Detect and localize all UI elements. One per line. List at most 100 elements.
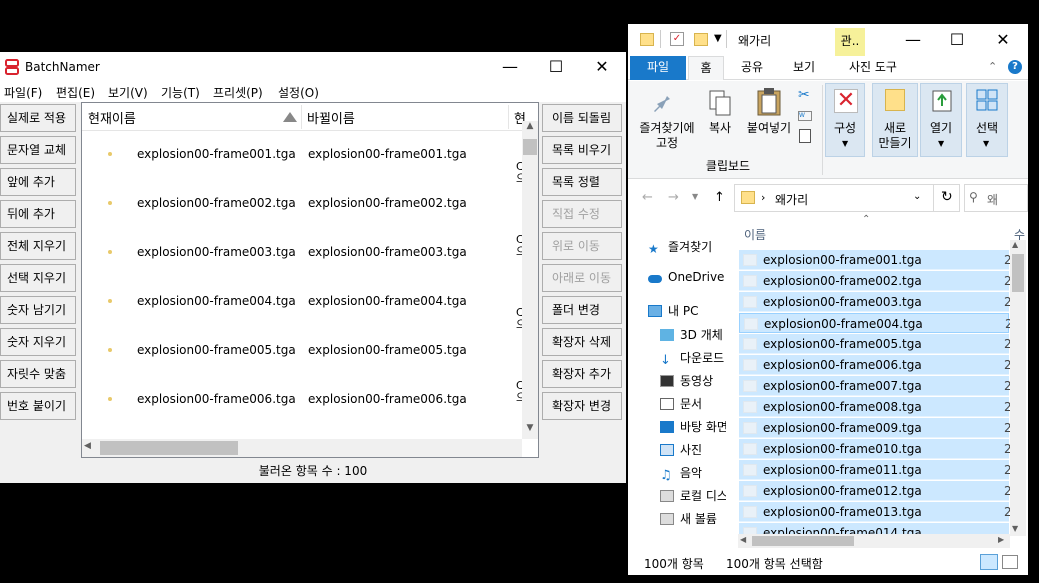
title-bar[interactable]: ✓ ▼ 왜가리 관.. — ☐ ✕ (628, 24, 1028, 56)
forward-icon[interactable]: → (668, 190, 679, 205)
menu-edit[interactable]: 편집(E) (56, 84, 95, 101)
breadcrumb-folder[interactable]: 왜가리 (775, 191, 808, 208)
prepend-button[interactable]: 앞에 추가 (0, 168, 76, 196)
file-row[interactable]: explosion00-frame011.tga 2 (739, 460, 1012, 480)
help-icon[interactable]: ? (1008, 60, 1022, 74)
nav-this-pc[interactable]: 내 PC (648, 302, 726, 322)
menu-file[interactable]: 파일(F) (4, 84, 42, 101)
scroll-up-icon[interactable]: ▲ (1012, 240, 1018, 249)
pad-digits-button[interactable]: 자릿수 맞춤 (0, 360, 76, 388)
large-icons-view-icon[interactable] (1002, 555, 1018, 569)
nav-quick-access[interactable]: ★ 즐겨찾기 (648, 238, 726, 258)
remove-numbers-button[interactable]: 숫자 지우기 (0, 328, 76, 356)
horizontal-scrollbar[interactable]: ◀ ▶ (738, 534, 1010, 548)
sort-list-button[interactable]: 목록 정렬 (542, 168, 622, 196)
open-button[interactable]: 열기 (920, 121, 962, 136)
tab-home[interactable]: 홈 (688, 56, 724, 80)
delete-extension-button[interactable]: 확장자 삭제 (542, 328, 622, 356)
menu-view[interactable]: 보기(V) (108, 84, 148, 101)
vertical-scrollbar[interactable]: ▲ ▼ (1010, 240, 1026, 536)
paste-shortcut-icon[interactable] (799, 129, 811, 143)
file-row[interactable]: explosion00-frame009.tga 2 (739, 418, 1012, 438)
column-name[interactable]: 이름 (744, 226, 766, 243)
column-current-name[interactable]: 현재이름 (88, 108, 136, 127)
apply-button[interactable]: 실제로 적용 (0, 104, 76, 132)
select-button[interactable]: 선택 (966, 121, 1008, 136)
search-box[interactable]: ⚲ 왜 (964, 184, 1028, 212)
scroll-left-icon[interactable]: ◀ (740, 535, 746, 544)
scroll-left-icon[interactable]: ◀ (84, 441, 96, 455)
file-row-focused[interactable]: explosion00-frame004.tga 2 (739, 313, 1013, 333)
nav-new-volume[interactable]: 새 볼륨 (660, 510, 726, 530)
nav-3d-objects[interactable]: 3D 개체 (660, 326, 726, 346)
tab-share[interactable]: 공유 (728, 56, 776, 80)
vertical-scrollbar[interactable]: ▲ ▼ (522, 121, 538, 439)
scroll-thumb[interactable] (1012, 254, 1024, 292)
scroll-down-icon[interactable]: ▼ (523, 423, 537, 439)
pin-to-quick-access-button[interactable]: 즐겨찾기에 고정 (632, 121, 702, 151)
tab-picture-tools[interactable]: 사진 도구 (838, 56, 908, 80)
scroll-thumb[interactable] (523, 139, 537, 155)
nav-onedrive[interactable]: OneDrive (648, 270, 726, 290)
back-icon[interactable]: ← (642, 190, 653, 205)
file-row[interactable]: explosion00-frame012.tga 2 (739, 481, 1012, 501)
address-dropdown-icon[interactable]: ⌄ (913, 191, 921, 202)
move-down-button[interactable]: 아래로 이동 (542, 264, 622, 292)
clear-list-button[interactable]: 목록 비우기 (542, 136, 622, 164)
refresh-icon[interactable]: ↻ (941, 189, 953, 205)
change-extension-button[interactable]: 확장자 변경 (542, 392, 622, 420)
numbering-button[interactable]: 번호 붙이기 (0, 392, 76, 420)
up-icon[interactable]: ↑ (714, 190, 725, 205)
file-row[interactable]: explosion00-frame010.tga 2 (739, 439, 1012, 459)
hscroll-thumb[interactable] (752, 536, 854, 546)
file-row[interactable]: explosion00-frame013.tga 2 (739, 502, 1012, 522)
breadcrumb-chevron-icon[interactable]: › (761, 191, 765, 204)
file-row[interactable]: explosion00-frame006.tga 2 (739, 355, 1012, 375)
clear-selection-button[interactable]: 선택 지우기 (0, 264, 76, 292)
file-row[interactable]: explosion00-frame005.tga 2 (739, 334, 1012, 354)
file-row[interactable]: explosion00-frame001.tga 2 (739, 250, 1012, 270)
maximize-button[interactable]: ☐ (533, 52, 579, 82)
menu-settings[interactable]: 설정(O) (278, 84, 319, 101)
menu-preset[interactable]: 프리셋(P) (213, 84, 263, 101)
scroll-up-icon[interactable]: ▲ (523, 121, 537, 137)
keep-numbers-button[interactable]: 숫자 남기기 (0, 296, 76, 324)
title-bar[interactable]: BatchNamer — ☐ ✕ (0, 52, 626, 82)
nav-pictures[interactable]: 사진 (660, 441, 726, 461)
column-new-name[interactable]: 바뀔이름 (307, 108, 355, 127)
append-button[interactable]: 뒤에 추가 (0, 200, 76, 228)
copy-button[interactable]: 복사 (704, 121, 736, 136)
nav-downloads[interactable]: ↓ 다운로드 (660, 349, 726, 369)
nav-documents[interactable]: 문서 (660, 395, 726, 415)
replace-string-button[interactable]: 문자열 교체 (0, 136, 76, 164)
menu-function[interactable]: 기능(T) (161, 84, 200, 101)
maximize-button[interactable]: ☐ (934, 24, 980, 56)
new-button[interactable]: 새로 만들기 (872, 121, 918, 151)
details-view-icon[interactable] (980, 554, 998, 570)
nav-music[interactable]: ♫ 음악 (660, 464, 726, 484)
clear-all-button[interactable]: 전체 지우기 (0, 232, 76, 260)
recent-locations-icon[interactable]: ▼ (692, 192, 698, 201)
cut-icon[interactable]: ✂ (798, 87, 810, 103)
manage-tab[interactable]: 관.. (835, 28, 865, 56)
file-list[interactable]: 현재이름 바뀔이름 현 explosion00-frame001.tga exp… (81, 102, 539, 458)
close-button[interactable]: ✕ (579, 52, 625, 82)
tab-file[interactable]: 파일 (630, 56, 686, 80)
address-bar[interactable]: › 왜가리 ⌄ ↻ (734, 184, 960, 212)
collapse-ribbon-icon[interactable]: ⌃ (988, 60, 997, 73)
file-row[interactable]: explosion00-frame003.tga 2 (739, 292, 1012, 312)
minimize-button[interactable]: — (890, 24, 936, 56)
organize-button[interactable]: 구성 (826, 121, 864, 136)
copy-path-icon[interactable]: W (798, 111, 812, 121)
file-row[interactable]: explosion00-frame007.tga 2 (739, 376, 1012, 396)
nav-videos[interactable]: 동영상 (660, 372, 726, 392)
file-row[interactable]: explosion00-frame008.tga 2 (739, 397, 1012, 417)
nav-local-disk[interactable]: 로컬 디스크 (660, 487, 726, 507)
edit-directly-button[interactable]: 직접 수정 (542, 200, 622, 228)
horizontal-scrollbar[interactable]: ◀ (82, 439, 522, 457)
add-extension-button[interactable]: 확장자 추가 (542, 360, 622, 388)
move-up-button[interactable]: 위로 이동 (542, 232, 622, 260)
minimize-button[interactable]: — (487, 52, 533, 82)
paste-button[interactable]: 붙여넣기 (742, 121, 796, 136)
nav-desktop[interactable]: 바탕 화면 (660, 418, 726, 438)
